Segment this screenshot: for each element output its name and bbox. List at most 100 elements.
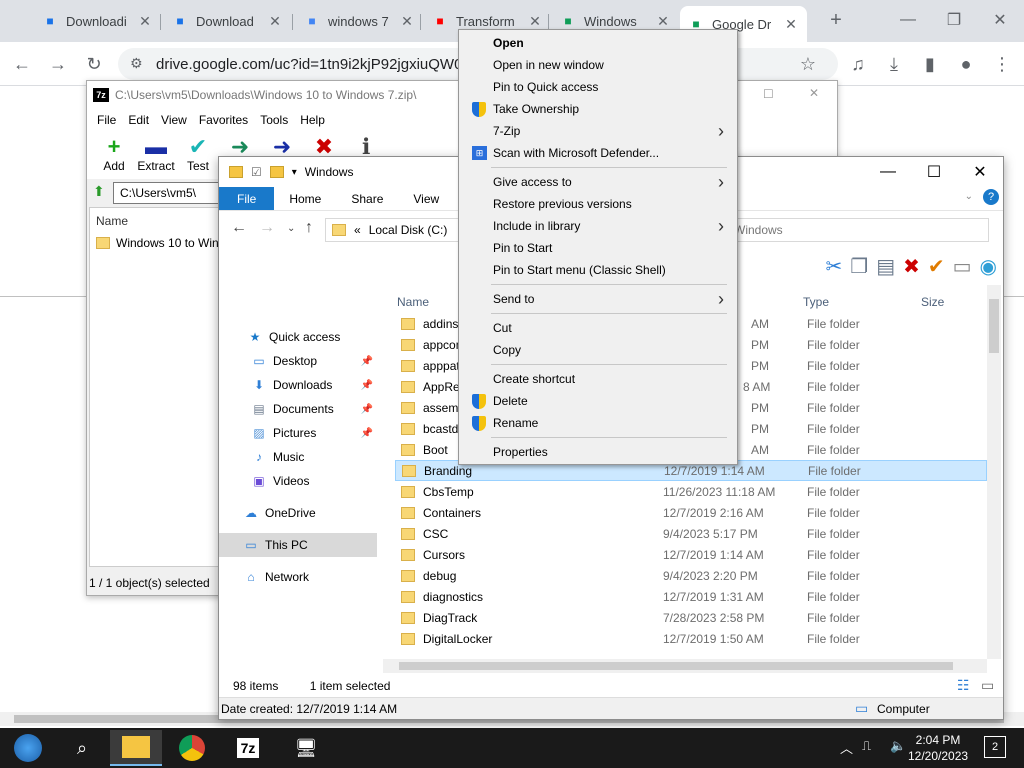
size-column-header[interactable]: Size: [921, 295, 944, 313]
context-menu-item[interactable]: Pin to Start menu (Classic Shell): [462, 259, 734, 281]
taskbar-file-explorer[interactable]: [110, 730, 162, 766]
close-icon[interactable]: ✕: [527, 13, 543, 30]
context-menu-item[interactable]: Copy: [462, 339, 734, 361]
close-icon[interactable]: ✕: [783, 16, 799, 33]
file-row[interactable]: DiagTrack 7/28/2023 2:58 PM File folder: [395, 607, 987, 628]
context-menu-item[interactable]: Rename: [462, 412, 734, 434]
nav-item[interactable]: ▭ This PC: [219, 533, 377, 557]
7zip-close-button[interactable]: ✕: [809, 86, 819, 100]
search-button[interactable]: ⌕: [56, 730, 108, 766]
7zip-file-row[interactable]: Windows 10 to Wind: [90, 234, 218, 252]
address-overflow-icon[interactable]: «: [354, 223, 361, 237]
back-button[interactable]: ←: [8, 50, 36, 78]
browser-minimize-button[interactable]: —: [890, 6, 926, 34]
close-icon[interactable]: ✕: [267, 13, 283, 30]
context-menu-item[interactable]: Include in library ›: [462, 215, 734, 237]
context-menu-item[interactable]: Open: [462, 32, 734, 54]
context-menu-item[interactable]: Send to ›: [462, 288, 734, 310]
ribbon-tab[interactable]: View: [398, 187, 454, 210]
check-icon[interactable]: ✔: [928, 254, 945, 279]
context-menu-item[interactable]: Properties: [462, 441, 734, 463]
ribbon-tab[interactable]: Share: [336, 187, 398, 210]
browser-tab[interactable]: ■ Download ✕: [164, 6, 291, 36]
7zip-name-column[interactable]: Name: [90, 208, 218, 234]
help-icon[interactable]: ?: [983, 189, 999, 205]
qat-dropdown-icon[interactable]: ▾: [292, 167, 297, 178]
large-icons-view-icon[interactable]: ▭: [981, 677, 994, 694]
nav-item[interactable]: ▨ Pictures 📌: [219, 421, 377, 445]
explorer-address-bar[interactable]: « Local Disk (C:): [325, 218, 465, 242]
nav-item[interactable]: ☁ OneDrive: [219, 501, 377, 525]
new-folder-qat-icon[interactable]: [269, 166, 284, 178]
scrollbar-thumb[interactable]: [399, 662, 953, 670]
close-icon[interactable]: ✕: [137, 13, 153, 30]
forward-button[interactable]: →: [44, 50, 72, 78]
browser-tab[interactable]: ■ Downloadi ✕: [34, 6, 161, 36]
close-icon[interactable]: ✕: [399, 13, 415, 30]
site-info-icon[interactable]: ⚙: [130, 55, 143, 72]
bookmark-star-icon[interactable]: ☆: [794, 50, 822, 78]
type-column-header[interactable]: Type: [803, 295, 829, 313]
context-menu-item[interactable]: Create shortcut: [462, 368, 734, 390]
context-menu-item[interactable]: Pin to Start: [462, 237, 734, 259]
file-list-horizontal-scrollbar[interactable]: [383, 659, 987, 673]
rename-icon[interactable]: ▭: [953, 254, 972, 279]
7zip-test-button[interactable]: ✔ Test: [177, 131, 219, 179]
taskbar-7zip[interactable]: 7z: [222, 730, 274, 766]
explorer-up-button[interactable]: ↑: [305, 219, 313, 237]
up-folder-icon[interactable]: ⬆: [93, 183, 105, 200]
ribbon-tab[interactable]: Home: [274, 187, 336, 210]
context-menu-item[interactable]: Pin to Quick access: [462, 76, 734, 98]
new-tab-button[interactable]: +: [818, 6, 854, 34]
properties-qat-icon[interactable]: ☑: [251, 165, 262, 179]
menu-item[interactable]: Help: [294, 109, 331, 131]
file-row[interactable]: diagnostics 12/7/2019 1:31 AM File folder: [395, 586, 987, 607]
scrollbar-thumb[interactable]: [989, 299, 999, 353]
nav-item[interactable]: ★ Quick access: [219, 325, 377, 349]
close-icon[interactable]: ✕: [655, 13, 671, 30]
browser-restore-button[interactable]: ❐: [936, 6, 972, 34]
network-globe-icon[interactable]: ◉: [980, 254, 997, 279]
context-menu-item[interactable]: ⊞ Scan with Microsoft Defender...: [462, 142, 734, 164]
file-list-vertical-scrollbar[interactable]: [987, 285, 1001, 659]
paste-icon[interactable]: ▤: [876, 254, 895, 279]
side-panel-icon[interactable]: ▮: [916, 50, 944, 78]
file-row[interactable]: Containers 12/7/2019 2:16 AM File folder: [395, 502, 987, 523]
volume-icon[interactable]: 🔈: [890, 738, 906, 754]
nav-item[interactable]: ♪ Music: [219, 445, 377, 469]
context-menu-item[interactable]: Delete: [462, 390, 734, 412]
menu-item[interactable]: View: [155, 109, 193, 131]
show-hidden-icons-icon[interactable]: ︿: [840, 738, 853, 757]
cut-icon[interactable]: ✂: [826, 254, 843, 279]
browser-close-button[interactable]: ✕: [982, 6, 1018, 34]
context-menu-item[interactable]: 7-Zip ›: [462, 120, 734, 142]
context-menu-item[interactable]: Take Ownership: [462, 98, 734, 120]
explorer-maximize-button[interactable]: ☐: [911, 157, 957, 187]
nav-item[interactable]: ▣ Videos: [219, 469, 377, 493]
profile-avatar-icon[interactable]: ●: [952, 50, 980, 78]
file-row[interactable]: CbsTemp 11/26/2023 11:18 AM File folder: [395, 481, 987, 502]
menu-item[interactable]: Favorites: [193, 109, 254, 131]
context-menu-item[interactable]: Open in new window: [462, 54, 734, 76]
ribbon-tab[interactable]: File: [219, 187, 275, 210]
file-row[interactable]: CSC 9/4/2023 5:17 PM File folder: [395, 523, 987, 544]
explorer-search-input[interactable]: Windows: [727, 218, 989, 242]
file-row[interactable]: debug 9/4/2023 2:20 PM File folder: [395, 565, 987, 586]
media-control-icon[interactable]: ♫: [844, 50, 872, 78]
action-center-icon[interactable]: 2: [984, 736, 1006, 758]
menu-item[interactable]: File: [91, 109, 122, 131]
nav-item[interactable]: ⬇ Downloads 📌: [219, 373, 377, 397]
recent-locations-icon[interactable]: ⌄: [287, 223, 295, 234]
explorer-forward-button[interactable]: →: [259, 219, 275, 237]
downloads-icon[interactable]: ⤓: [880, 50, 908, 78]
nav-item[interactable]: ⌂ Network: [219, 565, 377, 589]
7zip-add-button[interactable]: + Add: [93, 131, 135, 179]
7zip-maximize-button[interactable]: ☐: [763, 87, 774, 101]
context-menu-item[interactable]: Cut: [462, 317, 734, 339]
taskbar-app[interactable]: 🖥: [280, 730, 332, 766]
taskbar-chrome[interactable]: [166, 730, 218, 766]
context-menu-item[interactable]: Give access to ›: [462, 171, 734, 193]
file-row[interactable]: DigitalLocker 12/7/2019 1:50 AM File folde…: [395, 628, 987, 649]
explorer-minimize-button[interactable]: —: [865, 157, 911, 187]
reload-button[interactable]: ↻: [80, 50, 108, 78]
